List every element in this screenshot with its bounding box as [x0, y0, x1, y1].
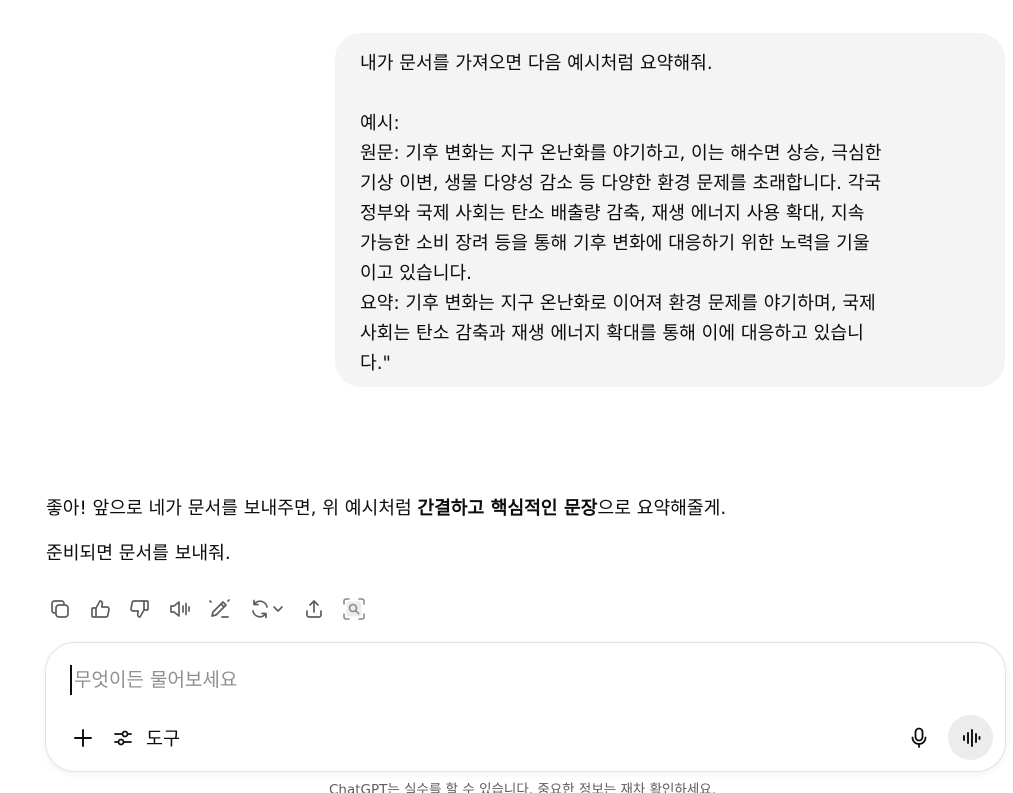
user-message-line: 다."	[360, 353, 391, 374]
chat-page: 내가 문서를 가져오면 다음 예시처럼 요약해줘. 예시: 원문: 기후 변화는…	[0, 0, 1013, 793]
regenerate-icon	[252, 599, 268, 619]
assistant-paragraph-1: 좋아! 앞으로 네가 문서를 보내주면, 위 예시처럼 간결하고 핵심적인 문장…	[46, 492, 986, 526]
search-icon	[343, 598, 365, 620]
assistant-message: 좋아! 앞으로 네가 문서를 보내주면, 위 예시처럼 간결하고 핵심적인 문장…	[46, 492, 986, 571]
user-message-line: 원문: 기후 변화는 지구 온난화를 야기하고, 이는 해수면 상승, 극심한	[360, 143, 882, 164]
copy-button[interactable]	[44, 593, 76, 625]
user-message-line: 기상 이변, 생물 다양성 감소 등 다양한 환경 문제를 초래합니다. 각국	[360, 173, 882, 194]
assistant-text: 으로 요약해줄게.	[597, 498, 727, 519]
user-message-line: 내가 문서를 가져오면 다음 예시처럼 요약해줘.	[360, 53, 713, 74]
add-attachment-button[interactable]	[66, 721, 100, 755]
thumbs-down-button[interactable]	[124, 593, 156, 625]
tools-label: 도구	[146, 729, 181, 750]
search-button[interactable]	[338, 593, 370, 625]
plus-icon	[74, 729, 92, 747]
dictate-button[interactable]	[902, 721, 936, 755]
user-message-line: 이고 있습니다.	[360, 263, 472, 284]
user-message-line: 정부와 국제 사회는 탄소 배출량 감축, 재생 에너지 사용 확대, 지속	[360, 203, 865, 224]
user-message-line: 요약: 기후 변화는 지구 온난화로 이어져 환경 문제를 야기하며, 국제	[360, 293, 876, 314]
user-message-line: 사회는 탄소 감축과 재생 에너지 확대를 통해 이에 대응하고 있습니	[360, 323, 864, 344]
share-button[interactable]	[298, 593, 330, 625]
read-aloud-button[interactable]	[164, 593, 196, 625]
user-message-blank-line	[360, 79, 981, 109]
read-aloud-icon	[170, 601, 190, 617]
prompt-input[interactable]: 무엇이든 물어보세요	[70, 665, 954, 695]
assistant-bold-text: 간결하고 핵심적인 문장	[417, 498, 598, 519]
voice-mode-button[interactable]	[948, 715, 993, 760]
disclaimer-text: ChatGPT는 실수를 할 수 있습니다. 중요한 정보는 재차 확인하세요.	[329, 782, 716, 793]
edit-icon	[209, 599, 230, 618]
assistant-paragraph-2: 준비되면 문서를 보내줘.	[46, 543, 231, 564]
regenerate-button[interactable]	[244, 593, 290, 625]
thumbs-up-icon	[91, 600, 110, 618]
assistant-text: 좋아! 앞으로 네가 문서를 보내주면, 위 예시처럼	[46, 498, 418, 519]
edit-button[interactable]	[204, 593, 236, 625]
voice-waveform-icon	[962, 728, 980, 747]
microphone-icon	[911, 727, 927, 748]
sliders-icon	[112, 726, 136, 750]
user-message-bubble: 내가 문서를 가져오면 다음 예시처럼 요약해줘. 예시: 원문: 기후 변화는…	[335, 33, 1005, 387]
user-message-line: 가능한 소비 장려 등을 통해 기후 변화에 대응하기 위한 노력을 기울	[360, 233, 870, 254]
user-message-line: 예시:	[360, 113, 400, 134]
thumbs-up-button[interactable]	[84, 593, 116, 625]
chevron-down-icon	[273, 606, 283, 612]
message-composer: 무엇이든 물어보세요 도구	[45, 642, 1006, 772]
tools-button[interactable]: 도구	[112, 721, 180, 755]
share-icon	[306, 600, 322, 618]
thumbs-down-icon	[130, 600, 149, 618]
copy-icon	[51, 600, 69, 618]
message-actions-toolbar	[44, 593, 378, 625]
